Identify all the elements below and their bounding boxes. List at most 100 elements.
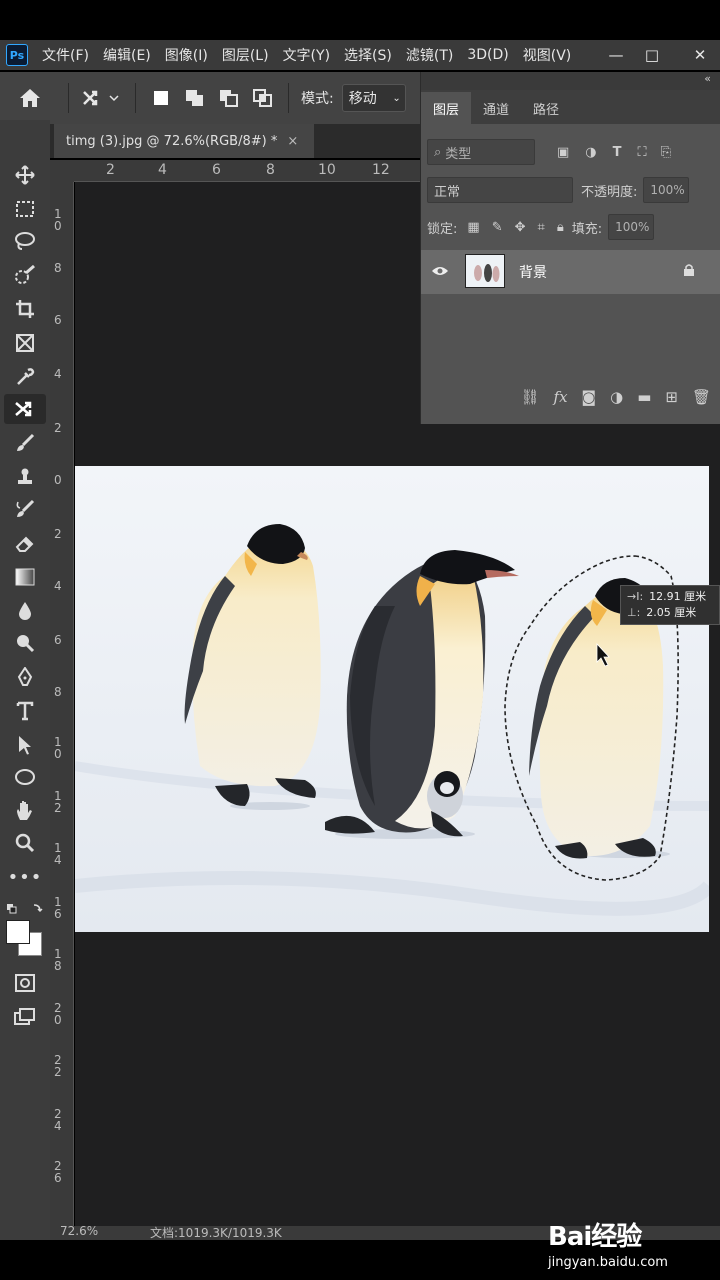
panel-header: « bbox=[421, 72, 720, 90]
opacity-input[interactable]: 100% bbox=[643, 177, 690, 203]
ellipse-tool-icon[interactable] bbox=[4, 762, 46, 792]
new-group-icon[interactable]: ▬ bbox=[637, 388, 651, 406]
gradient-tool-icon[interactable] bbox=[4, 562, 46, 592]
horizontal-ruler: 2 4 6 8 10 12 bbox=[74, 160, 420, 182]
layer-row-background[interactable]: 背景 bbox=[421, 250, 720, 294]
document-tab[interactable]: timg (3).jpg @ 72.6%(RGB/8#) * × bbox=[54, 124, 314, 158]
move-tool-icon[interactable] bbox=[4, 160, 46, 190]
tab-layers[interactable]: 图层 bbox=[421, 92, 472, 124]
content-aware-move-tool-icon[interactable] bbox=[4, 394, 46, 424]
layer-lock-icon bbox=[683, 262, 695, 281]
mode-label: 模式: bbox=[301, 91, 334, 107]
filter-type-icon[interactable]: T bbox=[613, 145, 622, 160]
delete-layer-icon[interactable]: 🗑︎ bbox=[692, 388, 711, 406]
vertical-ruler: 1 0 8 6 4 2 0 2 4 6 8 1 0 1 2 1 4 1 6 1 … bbox=[50, 182, 74, 1232]
menu-layer[interactable]: 图层(L) bbox=[222, 45, 269, 65]
watermark-logo: Bai经验 bbox=[548, 1222, 642, 1252]
menu-select[interactable]: 选择(S) bbox=[344, 45, 392, 65]
quick-mask-icon[interactable] bbox=[4, 968, 46, 998]
tab-paths[interactable]: 路径 bbox=[521, 92, 571, 124]
marquee-tool-icon[interactable] bbox=[4, 194, 46, 224]
type-tool-icon[interactable] bbox=[4, 696, 46, 726]
ruler-tick: 8 bbox=[54, 261, 62, 275]
document-size-info: 文档:1019.3K/1019.3K bbox=[150, 1226, 282, 1240]
filter-adjustment-icon[interactable]: ◑ bbox=[585, 145, 596, 160]
visibility-eye-icon[interactable] bbox=[431, 262, 449, 281]
clone-stamp-tool-icon[interactable] bbox=[4, 462, 46, 492]
blur-tool-icon[interactable] bbox=[4, 596, 46, 626]
menu-3d[interactable]: 3D(D) bbox=[467, 47, 508, 63]
filter-shape-icon[interactable]: ⛶ bbox=[638, 145, 647, 160]
ruler-tick: 1 2 bbox=[54, 789, 62, 815]
ruler-tick: 6 bbox=[212, 162, 221, 178]
brush-tool-icon[interactable] bbox=[4, 428, 46, 458]
fill-input[interactable]: 100% bbox=[608, 214, 655, 240]
ruler-tick: 1 4 bbox=[54, 841, 62, 867]
filter-placeholder: 类型 bbox=[445, 146, 472, 162]
ruler-tick: 2 bbox=[106, 162, 115, 178]
lock-artboard-icon[interactable]: ⌗ bbox=[538, 220, 545, 235]
new-selection-icon[interactable] bbox=[144, 81, 178, 115]
baidu-jingyan-watermark: Bai经验 jingyan.baidu.com bbox=[548, 1216, 668, 1270]
layer-style-fx-icon[interactable]: fx bbox=[554, 388, 568, 406]
frame-tool-icon[interactable] bbox=[4, 328, 46, 358]
mode-select[interactable]: 移动 ⌄ bbox=[341, 84, 406, 112]
add-to-selection-icon[interactable] bbox=[178, 81, 212, 115]
horizontal-offset-icon: →I: bbox=[627, 590, 644, 603]
watermark-site: jingyan.baidu.com bbox=[548, 1255, 668, 1270]
close-window-button[interactable]: ✕ bbox=[678, 40, 720, 70]
link-layers-icon[interactable]: ⛓ bbox=[520, 388, 539, 406]
intersect-selection-icon[interactable] bbox=[246, 81, 280, 115]
menu-image[interactable]: 图像(I) bbox=[165, 45, 208, 65]
swap-colors-icon[interactable] bbox=[6, 900, 44, 914]
lock-transparent-icon[interactable]: ▦ bbox=[467, 220, 479, 235]
vertical-offset-icon: ⊥: bbox=[627, 606, 641, 619]
dodge-tool-icon[interactable] bbox=[4, 628, 46, 658]
menu-type[interactable]: 文字(Y) bbox=[283, 45, 330, 65]
layer-filter-select[interactable]: ⌕ 类型 bbox=[427, 139, 535, 165]
fill-label: 填充: bbox=[571, 221, 603, 237]
adjustment-layer-icon[interactable]: ◑ bbox=[610, 388, 623, 406]
blend-mode-select[interactable]: 正常 bbox=[427, 177, 573, 203]
new-layer-icon[interactable]: ⊞ bbox=[665, 388, 678, 406]
menu-view[interactable]: 视图(V) bbox=[523, 45, 572, 65]
eraser-tool-icon[interactable] bbox=[4, 528, 46, 558]
more-tools-icon[interactable]: ••• bbox=[4, 862, 46, 892]
menu-filter[interactable]: 滤镜(T) bbox=[406, 45, 453, 65]
quick-selection-tool-icon[interactable] bbox=[4, 260, 46, 290]
maximize-button[interactable]: □ bbox=[630, 40, 674, 70]
ruler-tick: 2 bbox=[54, 527, 62, 541]
foreground-color-swatch[interactable] bbox=[6, 920, 30, 944]
close-tab-icon[interactable]: × bbox=[287, 134, 298, 149]
history-brush-tool-icon[interactable] bbox=[4, 494, 46, 524]
menu-file[interactable]: 文件(F) bbox=[42, 45, 89, 65]
lock-image-icon[interactable]: ✎ bbox=[492, 220, 503, 235]
lasso-tool-icon[interactable] bbox=[4, 226, 46, 256]
hand-tool-icon[interactable] bbox=[4, 796, 46, 826]
filter-smart-object-icon[interactable]: ⎘ bbox=[661, 145, 671, 160]
zoom-level[interactable]: 72.6% bbox=[60, 1226, 98, 1238]
tab-channels[interactable]: 通道 bbox=[471, 92, 521, 124]
add-mask-icon[interactable]: ◙ bbox=[582, 388, 597, 406]
pen-tool-icon[interactable] bbox=[4, 662, 46, 692]
document-image[interactable] bbox=[75, 466, 709, 932]
lock-position-icon[interactable]: ✥ bbox=[515, 220, 526, 235]
lock-all-icon[interactable]: 🔒︎ bbox=[557, 220, 564, 235]
crop-tool-icon[interactable] bbox=[4, 294, 46, 324]
collapse-panel-icon[interactable]: « bbox=[704, 72, 711, 85]
menu-edit[interactable]: 编辑(E) bbox=[103, 45, 151, 65]
home-icon[interactable] bbox=[0, 81, 60, 115]
layer-filter-row: ⌕ 类型 ▣ ◑ T ⛶ ⎘ bbox=[427, 138, 717, 166]
ruler-tick: 4 bbox=[54, 579, 62, 593]
zoom-tool-icon[interactable] bbox=[4, 828, 46, 858]
filter-pixel-icon[interactable]: ▣ bbox=[557, 145, 569, 160]
tools-panel: ••• bbox=[0, 120, 50, 1240]
color-swatches[interactable] bbox=[6, 920, 46, 960]
layers-panel-footer: ⛓ fx ◙ ◑ ▬ ⊞ 🗑︎ bbox=[421, 382, 720, 412]
path-selection-tool-icon[interactable] bbox=[4, 730, 46, 760]
ruler-tick: 2 4 bbox=[54, 1107, 62, 1133]
subtract-from-selection-icon[interactable] bbox=[212, 81, 246, 115]
screen-mode-icon[interactable] bbox=[4, 1002, 46, 1032]
eyedropper-tool-icon[interactable] bbox=[4, 362, 46, 392]
content-aware-move-tool-icon[interactable] bbox=[77, 81, 127, 115]
